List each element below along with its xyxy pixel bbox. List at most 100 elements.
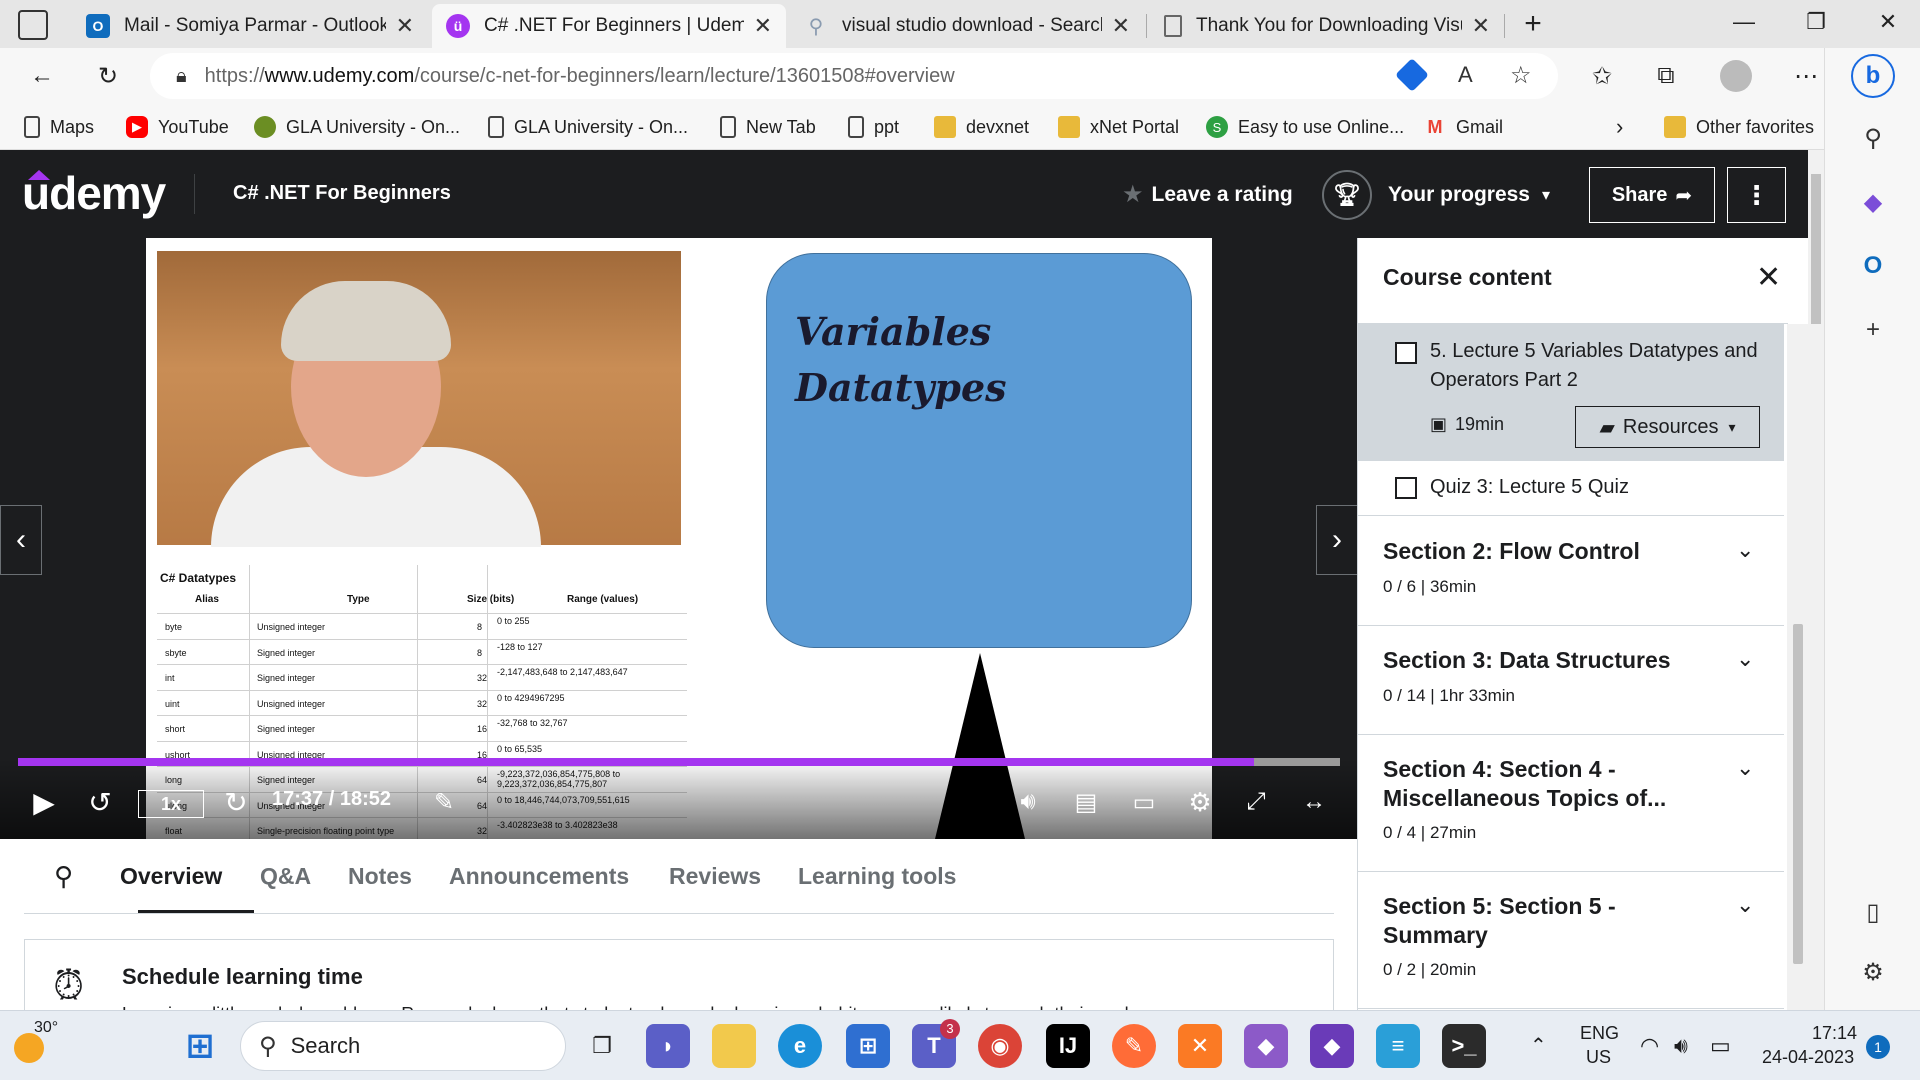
tray-overflow-icon[interactable]: ⌃ (1530, 1033, 1547, 1058)
video-progress-bar[interactable] (18, 758, 1340, 766)
browser-tab-outlook[interactable]: O Mail - Somiya Parmar - Outlook ✕ (72, 4, 428, 48)
battery-icon[interactable]: ▭ (1710, 1033, 1731, 1059)
quiz-item[interactable]: Quiz 3: Lecture 5 Quiz (1358, 461, 1784, 516)
playback-speed-button[interactable]: 1x (138, 790, 204, 818)
intellij-icon[interactable]: IJ (1046, 1024, 1090, 1068)
favorites-icon[interactable]: ✩ (1582, 56, 1622, 96)
search-icon[interactable]: ⚲ (54, 861, 73, 892)
bing-chat-icon[interactable]: b (1851, 54, 1895, 98)
clock-time[interactable]: 17:14 (1812, 1023, 1857, 1044)
profile-avatar[interactable] (1716, 56, 1756, 96)
sidebar-toggle-icon[interactable]: ▯ (1855, 894, 1891, 930)
tab-overview[interactable]: Overview (120, 863, 222, 890)
address-bar[interactable]: 🔒︎ https://www.udemy.com/course/c-net-fo… (150, 53, 1558, 99)
chrome-icon[interactable]: ◉ (978, 1024, 1022, 1068)
terminal-icon[interactable]: >_ (1442, 1024, 1486, 1068)
play-icon[interactable]: ▶ (26, 782, 62, 822)
share-button[interactable]: Share ➦ (1589, 167, 1715, 223)
close-tab-icon[interactable]: ✕ (1472, 13, 1490, 39)
lecture-checkbox[interactable] (1395, 342, 1417, 364)
visual-studio-icon[interactable]: ◆ (1310, 1024, 1354, 1068)
clock-date[interactable]: 24-04-2023 (1762, 1047, 1854, 1068)
course-title[interactable]: C# .NET For Beginners (233, 182, 451, 205)
browser-tab-download[interactable]: Thank You for Downloading Visu ✕ (1150, 4, 1504, 48)
section-summary[interactable]: Section 5: Section 5 - Summary 0 / 2 | 2… (1358, 872, 1784, 1009)
rewind-icon[interactable]: ↺ (82, 782, 118, 822)
store-icon[interactable]: ⊞ (846, 1024, 890, 1068)
tab-qa[interactable]: Q&A (260, 863, 311, 890)
shopping-icon[interactable]: ◆ (1855, 184, 1891, 220)
section-flow-control[interactable]: Section 2: Flow Control 0 / 6 | 36min ⌄ (1358, 517, 1784, 626)
coupon-icon[interactable] (1395, 58, 1429, 92)
notification-badge[interactable]: 1 (1866, 1035, 1890, 1059)
scrollbar-thumb[interactable] (1793, 624, 1803, 964)
visual-studio-installer-icon[interactable]: ◆ (1244, 1024, 1288, 1068)
browser-tab-udemy[interactable]: ü C# .NET For Beginners | Udemy ✕ (432, 4, 786, 48)
fullscreen-icon[interactable]: ⤢ (1236, 782, 1276, 822)
previous-lecture-button[interactable]: ‹ (0, 505, 42, 575)
transcript-icon[interactable]: ▤ (1066, 782, 1106, 822)
udemy-logo[interactable]: udemy (22, 166, 166, 220)
forward-icon[interactable]: ↻ (218, 782, 254, 822)
start-icon[interactable]: ⊞ (178, 1024, 222, 1068)
bookmark-gmail[interactable]: M Gmail (1424, 112, 1504, 142)
resources-button[interactable]: ▰ Resources ▾ (1575, 406, 1760, 448)
bookmarks-overflow-icon[interactable]: › (1616, 112, 1623, 142)
bookmark-gla-2[interactable]: GLA University - On... (488, 112, 688, 142)
expand-icon[interactable]: ↔ (1292, 782, 1336, 822)
refresh-icon[interactable]: ↻ (88, 56, 128, 96)
task-view-icon[interactable]: ❐ (580, 1024, 624, 1068)
close-icon[interactable]: ✕ (1756, 260, 1781, 295)
course-content-scrollbar[interactable] (1787, 324, 1808, 1010)
browser-tab-search[interactable]: ⚲ visual studio download - Search ✕ (790, 4, 1144, 48)
other-favorites[interactable]: Other favorites (1664, 112, 1814, 142)
your-progress-button[interactable]: 🏆︎ Your progress ▾ (1322, 170, 1550, 220)
tab-notes[interactable]: Notes (348, 863, 412, 890)
file-explorer-icon[interactable] (712, 1024, 756, 1068)
quiz-checkbox[interactable] (1395, 477, 1417, 499)
add-icon[interactable]: + (1855, 312, 1891, 348)
close-tab-icon[interactable]: ✕ (754, 13, 772, 39)
language-label[interactable]: ENG (1580, 1023, 1619, 1044)
restore-button[interactable]: ❐ (1784, 0, 1848, 44)
page-scrollbar[interactable] (1808, 150, 1824, 1010)
settings-icon[interactable]: ⚙ (1855, 954, 1891, 990)
scrollbar-thumb[interactable] (1811, 174, 1821, 324)
captions-icon[interactable]: ▭ (1124, 782, 1164, 822)
region-label[interactable]: US (1586, 1047, 1611, 1068)
outlook-icon[interactable]: O (1855, 248, 1891, 284)
tab-announcements[interactable]: Announcements (449, 863, 629, 890)
add-note-icon[interactable]: ✎ (424, 782, 464, 822)
taskbar-search[interactable]: ⚲ Search (240, 1021, 566, 1071)
bookmark-maps[interactable]: Maps (24, 112, 94, 142)
tab-learning-tools[interactable]: Learning tools (798, 863, 956, 890)
section-misc-topics[interactable]: Section 4: Section 4 - Miscellaneous Top… (1358, 735, 1784, 872)
bookmark-devxnet[interactable]: devxnet (934, 112, 1029, 142)
close-tab-icon[interactable]: ✕ (1112, 13, 1130, 39)
more-menu-icon[interactable]: ⋯ (1786, 56, 1826, 96)
postman-icon[interactable]: ✎ (1112, 1024, 1156, 1068)
settings-icon[interactable]: ⚙ (1180, 782, 1220, 822)
back-icon[interactable]: ← (22, 56, 62, 96)
bookmark-gla-1[interactable]: GLA University - On... (254, 112, 460, 142)
add-favorite-icon[interactable]: ☆ (1510, 61, 1532, 90)
next-lecture-button[interactable]: › (1316, 505, 1357, 575)
notepad-icon[interactable]: ≡ (1376, 1024, 1420, 1068)
video-player[interactable]: Variables Datatypes C# Datatypes Alias Typ… (0, 238, 1357, 839)
new-tab-button[interactable]: + (1516, 4, 1550, 44)
current-lecture-item[interactable]: 5. Lecture 5 Variables Datatypes and Ope… (1358, 324, 1784, 461)
search-icon[interactable]: ⚲ (1855, 120, 1891, 156)
bookmark-ppt[interactable]: ppt (848, 112, 899, 142)
leave-rating-button[interactable]: ★ Leave a rating (1122, 180, 1293, 209)
volume-icon[interactable]: 🔊︎ (1674, 1033, 1688, 1059)
tab-actions-icon[interactable] (18, 10, 48, 40)
close-window-button[interactable]: ✕ (1856, 0, 1920, 44)
collections-icon[interactable]: ⧉ (1646, 56, 1686, 96)
xampp-icon[interactable]: ✕ (1178, 1024, 1222, 1068)
minimize-button[interactable]: — (1712, 0, 1776, 44)
tab-reviews[interactable]: Reviews (669, 863, 761, 890)
section-data-structures[interactable]: Section 3: Data Structures 0 / 14 | 1hr … (1358, 626, 1784, 735)
bookmark-new-tab[interactable]: New Tab (720, 112, 816, 142)
bookmark-youtube[interactable]: ▶ YouTube (126, 112, 229, 142)
chat-icon[interactable]: ◗ (646, 1024, 690, 1068)
